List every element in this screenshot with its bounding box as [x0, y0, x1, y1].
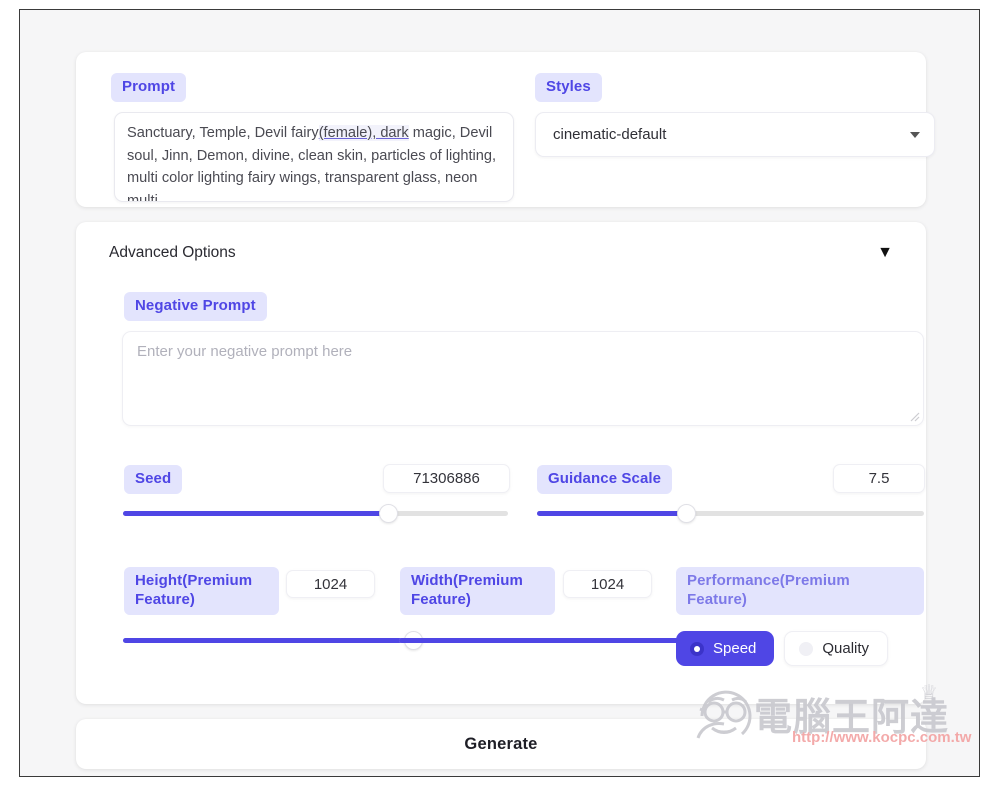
- generate-card: Generate: [76, 719, 926, 769]
- width-slider[interactable]: [399, 631, 699, 650]
- width-value: 1024: [590, 575, 625, 593]
- radio-selected-icon: [690, 641, 704, 656]
- styles-selected-value: cinematic-default: [553, 126, 667, 143]
- performance-option-quality[interactable]: Quality: [784, 631, 889, 666]
- negative-prompt-placeholder: Enter your negative prompt here: [137, 343, 353, 360]
- performance-option-speed[interactable]: Speed: [676, 631, 775, 666]
- generate-button[interactable]: Generate: [76, 719, 926, 769]
- height-value-input[interactable]: 1024: [286, 570, 375, 598]
- height-value: 1024: [313, 575, 348, 593]
- prompt-card: Prompt Sanctuary, Temple, Devil fairy(fe…: [76, 52, 935, 207]
- advanced-options-card: Advanced Options ▼ Negative Prompt Enter…: [76, 222, 926, 704]
- guidance-slider-fill: [537, 511, 687, 516]
- seed-slider-fill: [123, 511, 389, 516]
- performance-option-group: Speed Quality: [676, 631, 889, 666]
- performance-label: Performance(Premium Feature): [676, 567, 924, 615]
- seed-slider-thumb[interactable]: [379, 504, 399, 523]
- prompt-input[interactable]: Sanctuary, Temple, Devil fairy(female), …: [114, 112, 514, 202]
- performance-option-speed-label: Speed: [713, 640, 757, 657]
- height-slider[interactable]: [123, 631, 423, 650]
- width-slider-fill: [399, 638, 690, 643]
- resize-grip-icon[interactable]: [908, 410, 920, 422]
- seed-slider[interactable]: [123, 504, 508, 523]
- seed-value: 71306886: [413, 470, 480, 487]
- performance-option-quality-label: Quality: [822, 640, 870, 657]
- width-label: Width(Premium Feature): [400, 567, 555, 615]
- negative-prompt-label: Negative Prompt: [124, 292, 267, 321]
- styles-dropdown[interactable]: cinematic-default: [535, 112, 935, 157]
- advanced-options-header[interactable]: Advanced Options ▼: [109, 244, 893, 262]
- height-label: Height(Premium Feature): [124, 567, 279, 615]
- radio-unselected-icon: [799, 641, 814, 656]
- generate-button-label: Generate: [464, 734, 538, 753]
- height-slider-fill: [123, 638, 414, 643]
- advanced-options-title: Advanced Options: [109, 244, 236, 261]
- prompt-text: Sanctuary, Temple, Devil fairy(female), …: [127, 122, 501, 201]
- negative-prompt-input[interactable]: Enter your negative prompt here: [122, 331, 924, 426]
- prompt-text-misspelled: (female), dark: [318, 125, 409, 141]
- browser-viewport-frame: Prompt Sanctuary, Temple, Devil fairy(fe…: [19, 9, 980, 777]
- chevron-down-icon: [910, 131, 920, 138]
- seed-label: Seed: [124, 465, 183, 494]
- guidance-scale-value-input[interactable]: 7.5: [833, 464, 925, 493]
- seed-value-input[interactable]: 71306886: [383, 464, 510, 493]
- guidance-scale-slider[interactable]: [537, 504, 924, 523]
- page-scroll-area[interactable]: Prompt Sanctuary, Temple, Devil fairy(fe…: [20, 10, 979, 776]
- prompt-label: Prompt: [111, 73, 187, 102]
- guidance-scale-label: Guidance Scale: [537, 465, 673, 494]
- guidance-slider-thumb[interactable]: [676, 504, 696, 523]
- styles-label: Styles: [535, 73, 602, 102]
- prompt-text-head: Sanctuary, Temple, Devil fairy: [127, 125, 319, 141]
- guidance-scale-value: 7.5: [868, 470, 890, 487]
- width-value-input[interactable]: 1024: [563, 570, 652, 598]
- chevron-down-icon[interactable]: ▼: [877, 245, 893, 261]
